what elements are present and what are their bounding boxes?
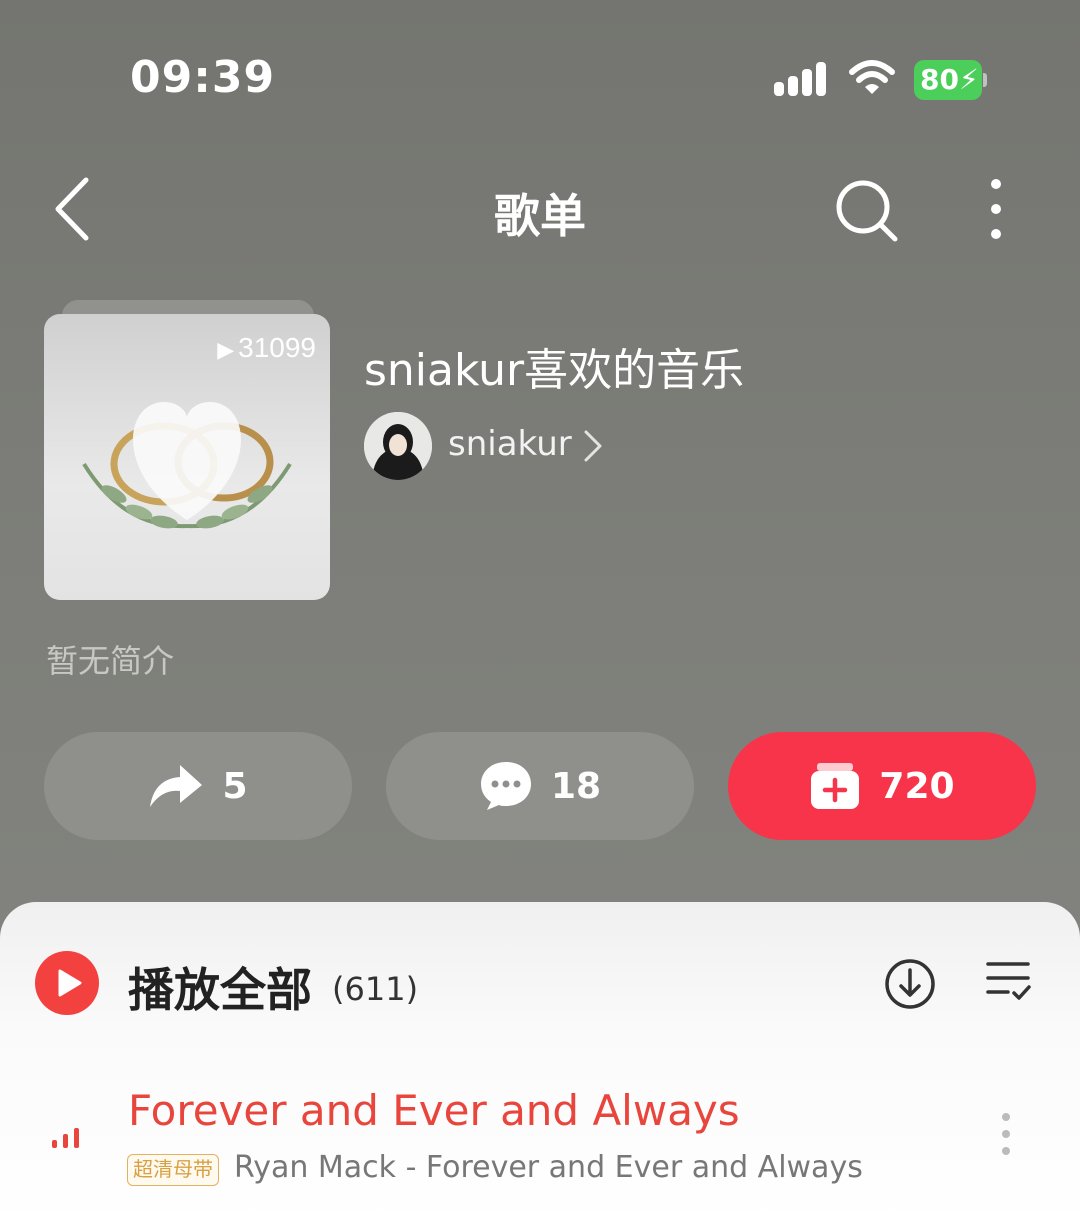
play-all-button[interactable]: 播放全部 — [128, 954, 312, 1020]
avatar-image — [364, 412, 432, 480]
comment-count: 18 — [550, 765, 602, 807]
download-icon[interactable] — [884, 958, 936, 1010]
song-list-panel: 播放全部 (611) Forever and Ever and Always 超… — [0, 902, 1080, 1224]
wifi-icon — [849, 60, 895, 94]
collect-count: 720 — [879, 765, 955, 807]
playlist-cover[interactable]: ▶ 31099 — [44, 314, 330, 600]
search-icon[interactable] — [834, 178, 900, 244]
play-all-icon[interactable] — [34, 950, 100, 1016]
add-to-collection-icon — [811, 763, 860, 809]
song-more-icon[interactable] — [998, 1112, 1014, 1156]
battery-indicator: 80⚡ — [914, 60, 987, 100]
song-count: (611) — [332, 970, 419, 1008]
comment-icon — [480, 762, 531, 810]
song-title[interactable]: Forever and Ever and Always — [128, 1086, 740, 1135]
song-artist-album: Ryan Mack - Forever and Ever and Always — [234, 1150, 863, 1185]
quality-badge: 超清母带 — [127, 1154, 219, 1186]
play-count: ▶ 31099 — [217, 332, 316, 363]
playlist-title: sniakur喜欢的音乐 — [364, 345, 745, 396]
comment-button[interactable]: 18 — [386, 732, 694, 840]
play-triangle-icon: ▶ — [217, 337, 235, 362]
battery-level: 80 — [920, 63, 959, 96]
signal-icon — [774, 62, 826, 96]
status-time: 09:39 — [130, 52, 276, 103]
more-icon[interactable] — [986, 176, 1006, 242]
multi-select-icon[interactable] — [986, 960, 1032, 1004]
creator-name[interactable]: sniakur — [448, 424, 572, 464]
now-playing-icon — [52, 1128, 79, 1148]
playlist-description[interactable]: 暂无简介 — [46, 636, 174, 682]
share-count: 5 — [222, 765, 248, 807]
share-icon — [150, 765, 203, 807]
share-button[interactable]: 5 — [44, 732, 352, 840]
chevron-right-icon[interactable] — [582, 428, 604, 464]
page-title: 歌单 — [494, 189, 586, 243]
collect-button[interactable]: 720 — [728, 732, 1036, 840]
avatar[interactable] — [364, 412, 432, 480]
